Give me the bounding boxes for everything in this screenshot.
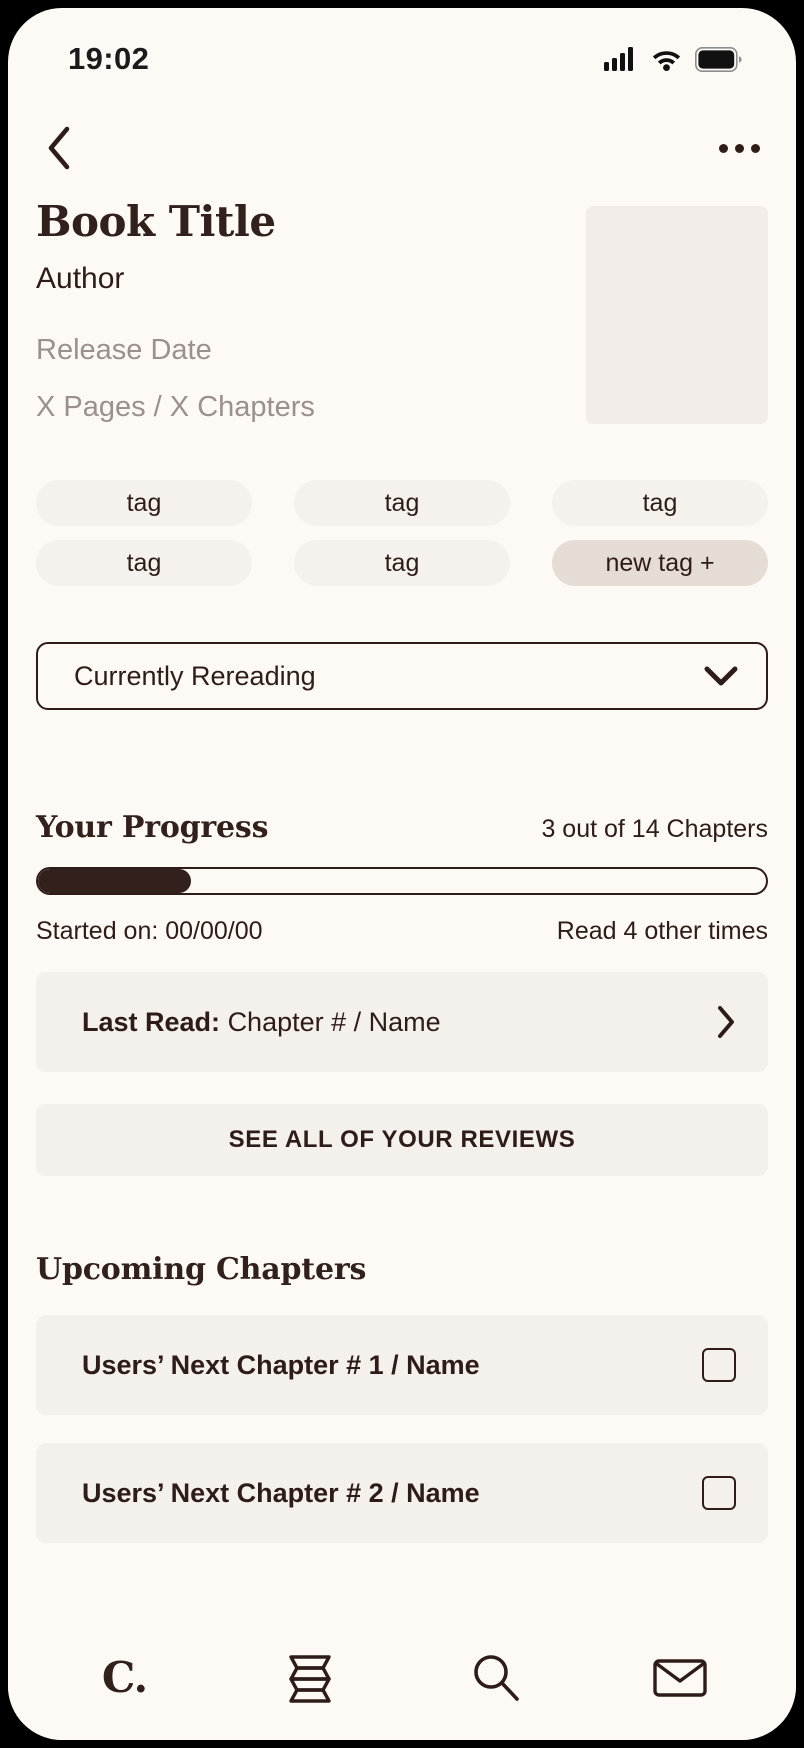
progress-bar[interactable] [36,867,768,896]
progress-count-label: 3 out of 14 Chapters [541,815,768,844]
progress-header: Your Progress 3 out of 14 Chapters [36,810,768,845]
book-author: Author [36,262,125,296]
last-read-text: Last Read: Chapter # / Name [82,1007,441,1038]
nav-item-home[interactable]: C. [65,1639,185,1715]
more-options-icon [734,143,744,153]
page-title: Book Title [36,197,276,246]
progress-details: Started on: 00/00/00 Read 4 other times [36,917,768,946]
progress-section: Your Progress 3 out of 14 Chapters Start… [36,810,768,1177]
tag-list: tag tag tag tag tag new tag + [36,480,768,587]
nav-item-search[interactable] [435,1639,555,1715]
chapter-list-item[interactable]: Users’ Next Chapter # 1 / Name [36,1315,768,1416]
see-all-reviews-button[interactable]: SEE ALL OF YOUR REVIEWS [36,1104,768,1177]
upcoming-chapters-title: Upcoming Chapters [36,1252,367,1288]
reread-count-label: Read 4 other times [556,917,768,946]
nav-item-inbox[interactable] [620,1639,740,1715]
chevron-left-icon [48,126,70,170]
status-bar: 19:02 [8,8,796,104]
progress-title: Your Progress [36,810,269,846]
book-cover-image [586,206,768,424]
mail-icon [652,1659,707,1697]
chapter-label: Users’ Next Chapter # 2 / Name [82,1477,480,1508]
book-metadata: Book Title Author Release Date X Pages /… [36,188,586,424]
add-new-tag-button[interactable]: new tag + [552,540,768,587]
more-options-icon [750,143,760,153]
back-button[interactable] [30,119,88,177]
battery-icon [695,46,742,72]
last-read-value: Chapter # / Name [227,1006,441,1037]
status-time: 19:02 [68,41,150,76]
wifi-icon [652,51,681,71]
top-navigation-bar [8,108,796,188]
last-read-prefix: Last Read: [82,1006,221,1037]
phone-frame: 19:02 Book Title Author Release Date X P… [0,0,804,1748]
book-header: Book Title Author Release Date X Pages /… [36,188,768,424]
book-release-date: Release Date [36,334,212,367]
started-on-label: Started on: 00/00/00 [36,917,263,946]
brand-logo-icon: C. [101,1652,148,1702]
chapter-list-item[interactable]: Users’ Next Chapter # 2 / Name [36,1443,768,1544]
chevron-down-icon [704,666,738,686]
last-read-card[interactable]: Last Read: Chapter # / Name [36,972,768,1073]
chapter-checkbox[interactable] [702,1348,736,1383]
main-content: Book Title Author Release Date X Pages /… [8,188,796,1740]
status-icons [604,46,742,72]
chapter-checkbox[interactable] [702,1476,736,1511]
chapter-label: Users’ Next Chapter # 1 / Name [82,1349,480,1380]
book-pages-chapters: X Pages / X Chapters [36,391,315,424]
cellular-signal-icon [604,47,633,71]
upcoming-chapters-section: Upcoming Chapters Users’ Next Chapter # … [36,1252,768,1544]
phone-screen: 19:02 Book Title Author Release Date X P… [8,8,796,1740]
tag-chip[interactable]: tag [294,540,510,587]
tag-chip[interactable]: tag [36,480,252,527]
more-options-button[interactable] [710,119,768,177]
tag-chip[interactable]: tag [294,480,510,527]
reading-status-value: Currently Rereading [74,660,316,691]
progress-bar-fill [38,869,191,894]
books-stack-icon [288,1655,331,1703]
tag-chip[interactable]: tag [36,540,252,587]
nav-item-library[interactable] [250,1639,370,1715]
reading-status-dropdown[interactable]: Currently Rereading [36,642,768,711]
chevron-right-icon [718,1006,734,1039]
more-options-icon [718,143,728,153]
search-icon [473,1655,519,1701]
bottom-navigation-bar: C. [8,1628,796,1740]
tag-chip[interactable]: tag [552,480,768,527]
